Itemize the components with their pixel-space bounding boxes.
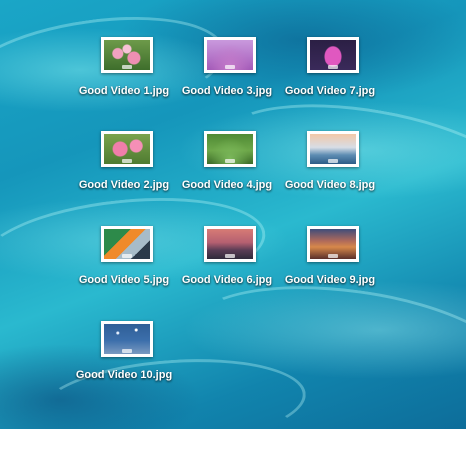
- image-thumbnail: [204, 226, 256, 262]
- thumbnail-image: [310, 134, 356, 164]
- file-icon-good-video-10[interactable]: Good Video 10.jpg: [71, 321, 177, 391]
- file-icon-good-video-8[interactable]: Good Video 8.jpg: [277, 131, 383, 201]
- file-icon-good-video-2[interactable]: Good Video 2.jpg: [71, 131, 177, 201]
- file-name-label: Good Video 1.jpg: [78, 85, 170, 97]
- image-thumbnail: [101, 37, 153, 73]
- image-thumbnail: [204, 131, 256, 167]
- file-name-label: Good Video 2.jpg: [78, 179, 170, 191]
- image-thumbnail: [307, 226, 359, 262]
- thumbnail-image: [207, 134, 253, 164]
- file-name-label: Good Video 10.jpg: [75, 369, 173, 381]
- thumbnail-image: [104, 134, 150, 164]
- file-name-label: Good Video 4.jpg: [181, 179, 273, 191]
- file-name-label: Good Video 6.jpg: [181, 274, 273, 286]
- file-name-label: Good Video 7.jpg: [284, 85, 376, 97]
- thumbnail-image: [207, 40, 253, 70]
- image-thumbnail: [307, 37, 359, 73]
- thumbnail-image: [310, 40, 356, 70]
- file-icon-good-video-5[interactable]: Good Video 5.jpg: [71, 226, 177, 296]
- file-icon-good-video-6[interactable]: Good Video 6.jpg: [174, 226, 280, 296]
- thumbnail-image: [104, 324, 150, 354]
- thumbnail-image: [104, 40, 150, 70]
- thumbnail-image: [207, 229, 253, 259]
- image-thumbnail: [307, 131, 359, 167]
- file-icon-good-video-4[interactable]: Good Video 4.jpg: [174, 131, 280, 201]
- thumbnail-image: [310, 229, 356, 259]
- file-name-label: Good Video 3.jpg: [181, 85, 273, 97]
- image-thumbnail: [101, 226, 153, 262]
- file-name-label: Good Video 5.jpg: [78, 274, 170, 286]
- thumbnail-image: [104, 229, 150, 259]
- file-icon-good-video-1[interactable]: Good Video 1.jpg: [71, 37, 177, 107]
- file-icon-good-video-9[interactable]: Good Video 9.jpg: [277, 226, 383, 296]
- image-thumbnail: [204, 37, 256, 73]
- file-name-label: Good Video 8.jpg: [284, 179, 376, 191]
- file-name-label: Good Video 9.jpg: [284, 274, 376, 286]
- image-thumbnail: [101, 131, 153, 167]
- file-icon-good-video-7[interactable]: Good Video 7.jpg: [277, 37, 383, 107]
- file-icon-good-video-3[interactable]: Good Video 3.jpg: [174, 37, 280, 107]
- image-thumbnail: [101, 321, 153, 357]
